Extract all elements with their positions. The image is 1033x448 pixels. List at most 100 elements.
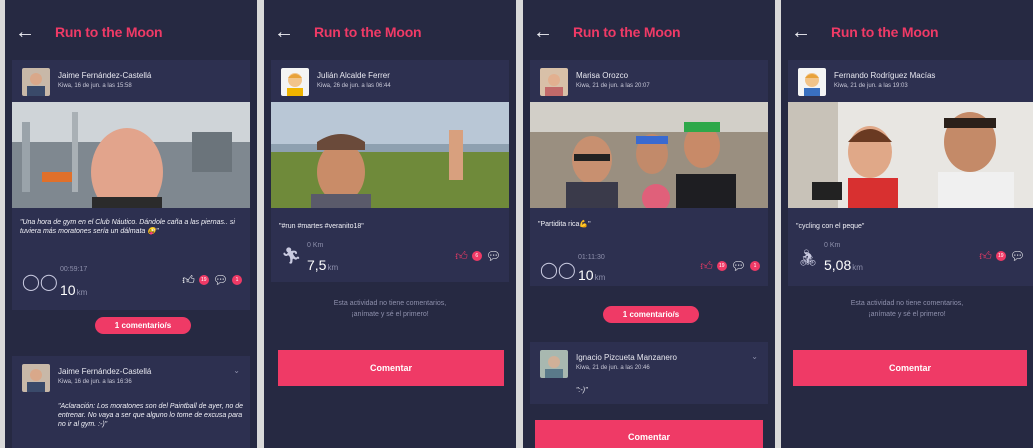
user-name[interactable]: Ignacio Pizcueta Manzanero (576, 353, 677, 362)
user-name[interactable]: Marisa Orozco (576, 71, 628, 80)
post-card[interactable]: Jaime Fernández-Castellá Kiwa, 16 de jun… (12, 60, 250, 310)
comment-bubble-icon[interactable]: 💬︎ (486, 250, 501, 262)
comment-author[interactable]: Ignacio Pizcueta Manzanero Kiwa, 21 de j… (540, 350, 760, 380)
distance-value: 10 (578, 267, 594, 283)
thumbs-up-icon[interactable]: 👍︎ (700, 260, 713, 272)
post-caption: "Una hora de gym en el Club Náutico. Dán… (20, 219, 235, 235)
comment-bubble-icon[interactable]: 💬︎ (213, 274, 228, 286)
chevron-down-icon[interactable]: ⌄ (233, 366, 240, 375)
avatar[interactable] (540, 350, 568, 378)
stat-small: 0 Km (824, 242, 841, 249)
comment-button[interactable]: Comentar (535, 420, 763, 448)
post-date: Kiwa, 21 de jun. a las 20:07 (576, 83, 650, 89)
olympic-rings-icon: ◯◯ (22, 274, 58, 291)
comment-text: "Aclaración: Los moratones son del Paint… (58, 403, 243, 428)
likes-badge: 19 (995, 251, 1006, 261)
post-photo[interactable] (271, 102, 509, 208)
post-actions: 👍︎ 19 💬︎ (979, 250, 1025, 262)
avatar[interactable] (22, 364, 50, 392)
no-comments-text: Esta actividad no tiene comentarios, ¡an… (850, 300, 964, 318)
avatar[interactable] (22, 68, 50, 96)
post-photo[interactable] (788, 102, 1033, 208)
app-bar: ← Run to the Moon (5, 0, 257, 60)
distance-unit: km (76, 288, 88, 297)
distance-value: 10 (60, 282, 76, 298)
comment-bubble-icon[interactable]: 💬︎ (1010, 250, 1025, 262)
thumbs-up-icon[interactable]: 👍︎ (182, 274, 195, 286)
screen-3: ← Run to the Moon Marisa Orozco Kiwa, 21… (523, 0, 775, 448)
comment-author[interactable]: Jaime Fernández-Castellá Kiwa, 16 de jun… (22, 364, 242, 394)
post-caption: "#run #martes #veranito18" (279, 223, 364, 230)
distance-unit: km (852, 263, 863, 272)
arrow-left-icon[interactable]: ← (791, 22, 811, 42)
comment-date: Kiwa, 21 de jun. a las 20:46 (576, 365, 650, 371)
olympic-rings-icon: ◯◯ (540, 262, 576, 279)
likes-badge: 19 (198, 275, 209, 285)
comment-card: Ignacio Pizcueta Manzanero Kiwa, 21 de j… (530, 342, 768, 404)
distance-value: 7,5 (307, 257, 327, 273)
post-photo[interactable] (530, 102, 768, 208)
arrow-left-icon[interactable]: ← (274, 22, 294, 42)
user-name[interactable]: Julián Alcalde Ferrer (317, 71, 390, 80)
post-author[interactable]: Fernando Rodríguez Macías Kiwa, 21 de ju… (798, 68, 1018, 98)
arrow-left-icon[interactable]: ← (15, 22, 35, 42)
comment-button[interactable]: Comentar (793, 350, 1027, 386)
post-card[interactable]: Fernando Rodríguez Macías Kiwa, 21 de ju… (788, 60, 1033, 286)
avatar[interactable] (798, 68, 826, 96)
avatar[interactable] (281, 68, 309, 96)
distance-unit: km (327, 263, 339, 272)
stat-distance: 7,5km (307, 257, 338, 273)
distance-value: 5,08 (824, 257, 852, 273)
likes-badge: 19 (716, 261, 727, 271)
post-author[interactable]: Jaime Fernández-Castellá Kiwa, 16 de jun… (22, 68, 242, 98)
app-bar: ← Run to the Moon (781, 0, 1033, 60)
comments-count-pill[interactable]: 1 comentario/s (603, 306, 699, 323)
thumbs-up-icon[interactable]: 👍︎ (979, 250, 992, 262)
comments-badge: 1 (750, 261, 760, 271)
distance-unit: km (594, 273, 606, 282)
thumbs-up-icon[interactable]: 👍︎ (455, 250, 468, 262)
post-card[interactable]: Marisa Orozco Kiwa, 21 de jun. a las 20:… (530, 60, 768, 286)
user-name[interactable]: Jaime Fernández-Castellá (58, 367, 151, 376)
user-name[interactable]: Jaime Fernández-Castellá (58, 71, 151, 80)
app-bar: ← Run to the Moon (523, 0, 775, 60)
stat-duration: 00:59:17 (60, 266, 88, 273)
chevron-down-icon[interactable]: ⌄ (751, 352, 758, 361)
post-actions: 👍︎ 19 💬︎ 1 (182, 274, 242, 286)
comment-bubble-icon[interactable]: 💬︎ (731, 260, 746, 272)
comment-button[interactable]: Comentar (278, 350, 504, 386)
cyclist-icon: 🚴︎ (798, 250, 819, 267)
comments-count-pill[interactable]: 1 comentario/s (95, 317, 191, 334)
user-name[interactable]: Fernando Rodríguez Macías (834, 71, 935, 80)
screen-4: ← Run to the Moon Fernando Rodríguez Mac… (781, 0, 1033, 448)
post-card[interactable]: Julián Alcalde Ferrer Kiwa, 26 de jun. a… (271, 60, 509, 282)
post-date: Kiwa, 16 de jun. a las 15:58 (58, 83, 132, 89)
post-author[interactable]: Julián Alcalde Ferrer Kiwa, 26 de jun. a… (281, 68, 501, 98)
app-title: Run to the Moon (314, 24, 422, 40)
post-caption: "Partidita rica💪" (538, 221, 591, 228)
likes-badge: 6 (471, 251, 482, 261)
runner-icon: 🏃︎ (281, 248, 302, 265)
stat-distance: 10km (60, 282, 87, 298)
comments-badge: 1 (232, 275, 242, 285)
post-actions: 👍︎ 6 💬︎ (455, 250, 501, 262)
post-date: Kiwa, 26 de jun. a las 06:44 (317, 83, 391, 89)
post-photo[interactable] (12, 102, 250, 208)
app-title: Run to the Moon (55, 24, 163, 40)
no-comments-text: Esta actividad no tiene comentarios, ¡an… (333, 300, 447, 318)
stat-small: 0 Km (307, 242, 324, 249)
comment-card: Jaime Fernández-Castellá Kiwa, 16 de jun… (12, 356, 250, 448)
screen-1: ← Run to the Moon Jaime Fernández-Castel… (5, 0, 257, 448)
app-bar: ← Run to the Moon (264, 0, 516, 60)
comment-date: Kiwa, 16 de jun. a las 16:36 (58, 379, 132, 385)
screen-2: ← Run to the Moon Julián Alcalde Ferrer … (264, 0, 516, 448)
app-title: Run to the Moon (573, 24, 681, 40)
stat-distance: 5,08km (824, 257, 863, 273)
post-actions: 👍︎ 19 💬︎ 1 (700, 260, 760, 272)
post-caption: "cycling con el peque" (796, 223, 865, 230)
post-date: Kiwa, 21 de jun. a las 19:03 (834, 83, 908, 89)
post-author[interactable]: Marisa Orozco Kiwa, 21 de jun. a las 20:… (540, 68, 760, 98)
app-title: Run to the Moon (831, 24, 939, 40)
arrow-left-icon[interactable]: ← (533, 22, 553, 42)
avatar[interactable] (540, 68, 568, 96)
